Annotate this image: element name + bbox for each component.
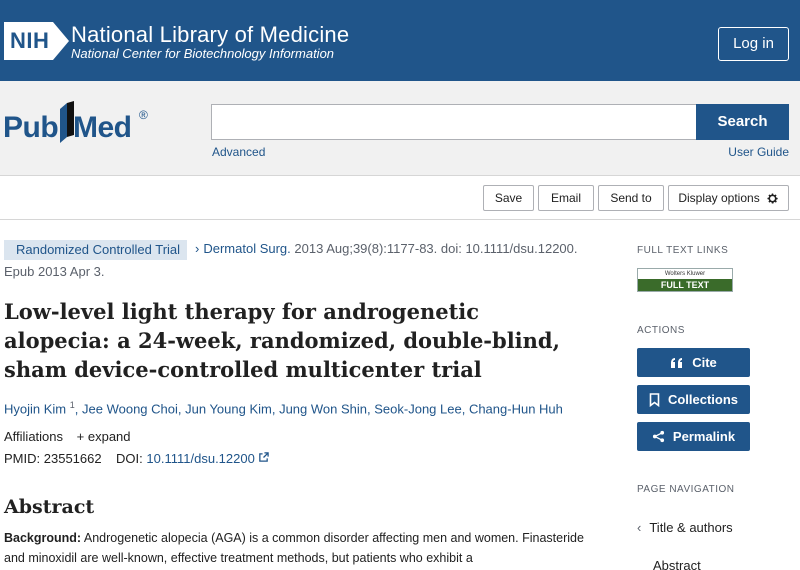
pmid-value: 23551662 — [43, 451, 102, 466]
full-text-publisher: Wolters Kluwer — [664, 271, 706, 277]
journal-link[interactable]: Dermatol Surg. — [203, 241, 290, 256]
display-options-button[interactable]: Display options — [668, 185, 789, 211]
collections-button[interactable]: Collections — [637, 385, 750, 414]
nih-logo-arrow-icon — [53, 22, 70, 60]
permalink-button[interactable]: Permalink — [637, 422, 750, 451]
external-link-icon[interactable] — [258, 452, 270, 463]
author-link[interactable]: Jung Won Shin — [279, 401, 367, 416]
citation-line: › Dermatol Surg. 2013 Aug;39(8):1177-83. … — [195, 241, 578, 256]
abstract-body: Androgenetic alopecia (AGA) is a common … — [4, 531, 584, 565]
search-area: Pub Med ® Search Advanced User Guide — [0, 81, 800, 176]
article-identifiers: PMID: 23551662 DOI: 10.1111/dsu.12200 — [4, 451, 270, 466]
cite-label: Cite — [692, 355, 717, 370]
advanced-search-link[interactable]: Advanced — [212, 145, 265, 159]
full-text-label: FULL TEXT — [638, 279, 732, 291]
nlm-title[interactable]: National Library of Medicine — [71, 22, 349, 48]
article-toolbar: Save Email Send to Display options — [0, 176, 800, 220]
actions-heading: ACTIONS — [637, 325, 685, 336]
abstract-heading: Abstract — [4, 496, 95, 518]
article-title: Low-level light therapy for androgenetic… — [4, 299, 560, 382]
save-button[interactable]: Save — [483, 185, 534, 211]
full-text-links-heading: FULL TEXT LINKS — [637, 245, 729, 256]
search-button[interactable]: Search — [696, 104, 789, 140]
nav-title-authors[interactable]: ‹ Title & authors — [637, 520, 733, 535]
email-button[interactable]: Email — [538, 185, 594, 211]
author-link[interactable]: Chang-Hun Huh — [469, 401, 563, 416]
abstract-section-label: Background: — [4, 531, 82, 545]
share-icon — [652, 430, 664, 443]
nav-abstract[interactable]: Abstract — [653, 558, 701, 570]
user-guide-link[interactable]: User Guide — [728, 145, 789, 159]
display-options-label: Display options — [678, 191, 760, 205]
doi-label: DOI: — [116, 451, 143, 466]
citation-details: 2013 Aug;39(8):1177-83. doi: 10.1111/dsu… — [294, 241, 578, 256]
expand-toggle[interactable]: + expand — [77, 429, 131, 444]
collections-label: Collections — [667, 392, 739, 407]
page-navigation-heading: PAGE NAVIGATION — [637, 484, 735, 495]
ncbi-subtitle: National Center for Biotechnology Inform… — [71, 46, 335, 61]
author-link[interactable]: Jun Young Kim — [185, 401, 272, 416]
login-button[interactable]: Log in — [718, 27, 789, 61]
epub-date: Epub 2013 Apr 3. — [4, 264, 105, 279]
search-input[interactable] — [211, 104, 697, 140]
pubmed-logo[interactable]: Pub Med ® — [3, 101, 153, 151]
bookmark-icon — [649, 392, 660, 407]
send-to-button[interactable]: Send to — [598, 185, 664, 211]
plus-icon: + — [76, 429, 85, 444]
affiliations-label: Affiliations — [4, 429, 64, 444]
abstract-paragraph: Background: Androgenetic alopecia (AGA) … — [4, 528, 594, 568]
permalink-label: Permalink — [672, 429, 736, 444]
quote-icon — [671, 357, 683, 368]
affiliation-marker[interactable]: 1 — [70, 400, 75, 410]
logo-registered-mark: ® — [139, 108, 148, 122]
chevron-left-icon: ‹ — [637, 520, 642, 535]
logo-med-text: Med — [73, 111, 132, 144]
affiliations-toggle[interactable]: Affiliations + expand — [4, 429, 131, 444]
nih-logo[interactable]: NIH — [4, 22, 70, 60]
full-text-badge[interactable]: Wolters Kluwer FULL TEXT — [637, 268, 733, 292]
author-link[interactable]: Hyojin Kim — [4, 401, 66, 416]
author-link[interactable]: Seok-Jong Lee — [374, 401, 461, 416]
chevron-right-icon[interactable]: › — [195, 241, 199, 256]
author-link[interactable]: Jee Woong Choi — [82, 401, 178, 416]
nih-banner: NIH National Library of Medicine Nationa… — [0, 0, 800, 81]
pmid-label: PMID: — [4, 451, 41, 466]
nih-logo-text: NIH — [4, 22, 54, 60]
doi-link[interactable]: 10.1111/dsu.12200 — [146, 451, 254, 466]
logo-pub-text: Pub — [3, 111, 59, 144]
expand-label: expand — [87, 429, 131, 444]
gear-icon — [767, 192, 778, 204]
author-list: Hyojin Kim 1, Jee Woong Choi, Jun Young … — [4, 400, 563, 417]
nav-item-label: Title & authors — [649, 520, 733, 535]
cite-button[interactable]: Cite — [637, 348, 750, 377]
publication-type-badge: Randomized Controlled Trial — [4, 240, 187, 260]
